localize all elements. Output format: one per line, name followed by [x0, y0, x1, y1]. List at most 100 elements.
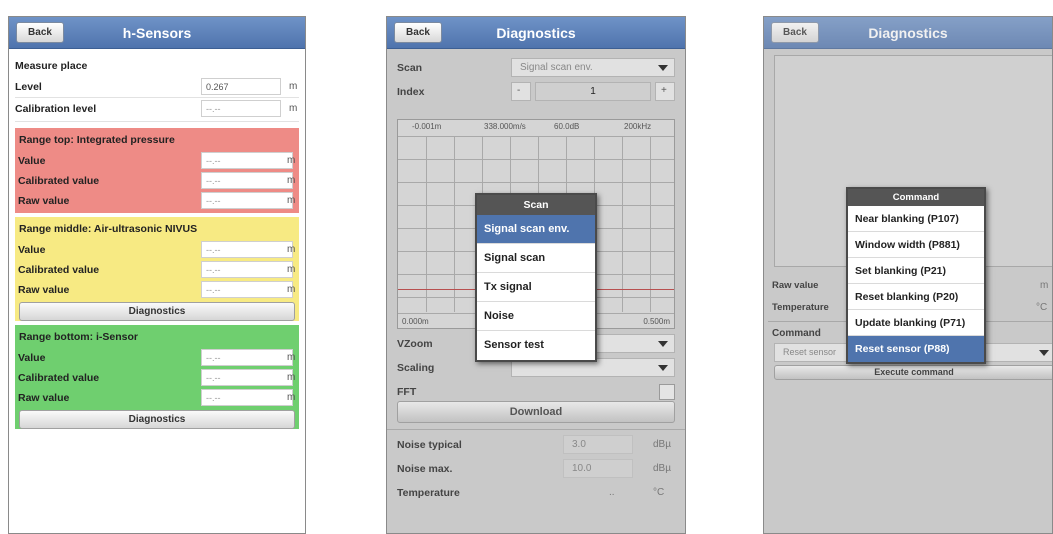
noise-max-unit: dBµ [653, 463, 671, 474]
command-option-set-blanking[interactable]: Set blanking (P21) [848, 258, 984, 284]
command-option-reset-blanking[interactable]: Reset blanking (P20) [848, 284, 984, 310]
level-field[interactable]: 0.267 [201, 78, 281, 95]
grid-line [398, 182, 674, 183]
range-value-row: Value --.-- m [15, 239, 299, 259]
chevron-down-icon [1039, 350, 1049, 356]
section-padding [15, 210, 299, 213]
range-value-unit: m [287, 372, 296, 383]
header-bar: Back Diagnostics [387, 17, 685, 49]
range-value-unit: m [287, 352, 296, 363]
range-value-row: Calibrated value --.-- m [15, 170, 299, 190]
chart-frequency-label: 200kHz [624, 122, 652, 131]
range-value-label: Value [18, 352, 46, 364]
download-button[interactable]: Download [397, 401, 675, 423]
range-value-row: Calibrated value --.-- m [15, 259, 299, 279]
scan-row: Scan Signal scan env. [387, 57, 685, 79]
diagnostics-scan-screen: Back Diagnostics Scan Signal scan env. I… [386, 16, 686, 534]
range-value-field[interactable]: --.-- [201, 389, 293, 406]
range-value-field[interactable]: --.-- [201, 261, 293, 278]
range-value-unit: m [287, 264, 296, 275]
noise-max-row: Noise max. 10.0 dBµ [387, 458, 685, 480]
stats-panel: Noise typical 3.0 dBµ Noise max. 10.0 dB… [387, 429, 685, 504]
level-row: Level 0.267 m [9, 76, 305, 97]
calibration-level-row: Calibration level --.-- m [9, 98, 305, 119]
scan-select[interactable]: Signal scan env. [511, 58, 675, 77]
range-value-row: Value --.-- m [15, 347, 299, 367]
range-value-unit: m [287, 175, 296, 186]
chevron-down-icon [658, 65, 668, 71]
range-value-field[interactable]: --.-- [201, 172, 293, 189]
command-option-near-blanking[interactable]: Near blanking (P107) [848, 206, 984, 232]
page-title: h-Sensors [122, 25, 192, 41]
noise-typical-row: Noise typical 3.0 dBµ [387, 434, 685, 456]
diagnostics-button[interactable]: Diagnostics [19, 302, 295, 321]
range-value-field[interactable]: --.-- [201, 349, 293, 366]
command-option-update-blanking[interactable]: Update blanking (P71) [848, 310, 984, 336]
scan-option-noise[interactable]: Noise [477, 302, 595, 331]
range-value-field[interactable]: --.-- [201, 241, 293, 258]
scan-option-sensor-test[interactable]: Sensor test [477, 331, 595, 360]
temperature-label: Temperature [397, 487, 460, 499]
range-section: Range top: Integrated pressure Value --.--… [15, 128, 299, 213]
scan-option-signal-scan[interactable]: Signal scan [477, 244, 595, 273]
range-value-field[interactable]: --.-- [201, 152, 293, 169]
level-label: Level [15, 81, 42, 93]
calibration-level-unit: m [289, 103, 298, 114]
range-sections: Range top: Integrated pressure Value --.--… [9, 128, 305, 429]
command-option-window-width[interactable]: Window width (P881) [848, 232, 984, 258]
noise-max-value: 10.0 [563, 459, 633, 478]
range-value-field[interactable]: --.-- [201, 192, 293, 209]
grid-line [454, 136, 455, 312]
page-title: Diagnostics [868, 25, 948, 41]
scaling-label: Scaling [397, 362, 435, 374]
range-value-label: Calibrated value [18, 175, 100, 187]
chart-range-label: -0.001m [412, 122, 442, 131]
diagnostics-button[interactable]: Diagnostics [19, 410, 295, 429]
scan-option-tx-signal[interactable]: Tx signal [477, 273, 595, 302]
range-value-unit: m [287, 244, 296, 255]
command-option-reset-sensor[interactable]: Reset sensor (P88) [848, 336, 984, 362]
range-value-field[interactable]: --.-- [201, 369, 293, 386]
range-value-label: Calibrated value [18, 264, 100, 276]
range-value-label: Raw value [18, 392, 70, 404]
scan-option-signal-scan-env[interactable]: Signal scan env. [477, 215, 595, 244]
grid-line [398, 136, 674, 137]
fft-label: FFT [397, 386, 417, 398]
range-value-unit: m [287, 284, 296, 295]
execute-command-button[interactable]: Execute command [774, 365, 1052, 380]
chart-x-max-label: 0.500m [643, 317, 670, 326]
index-increment-button[interactable]: + [655, 82, 675, 101]
divider [15, 121, 299, 122]
fft-checkbox[interactable] [659, 384, 675, 400]
calibration-level-field[interactable]: --.-- [201, 100, 281, 117]
grid-line [398, 159, 674, 160]
index-label: Index [397, 86, 425, 98]
fft-row: FFT [387, 381, 685, 403]
range-section-title: Range middle: Air-ultrasonic NIVUS [19, 223, 198, 235]
range-section-title: Range top: Integrated pressure [19, 134, 175, 146]
chevron-down-icon [658, 365, 668, 371]
grid-line [426, 136, 427, 312]
range-section: Range middle: Air-ultrasonic NIVUS Value -… [15, 217, 299, 321]
scan-select-value: Signal scan env. [520, 62, 593, 73]
range-value-unit: m [287, 195, 296, 206]
range-value-unit: m [287, 392, 296, 403]
temperature-value: .. [609, 487, 615, 498]
command-select-value: Reset sensor [783, 347, 837, 357]
chart-gain-label: 60.0dB [554, 122, 580, 131]
level-unit: m [289, 81, 298, 92]
range-value-label: Raw value [18, 195, 70, 207]
temperature-row: Temperature .. °C [387, 482, 685, 504]
scan-label: Scan [397, 62, 423, 74]
index-decrement-button[interactable]: - [511, 82, 531, 101]
header-bar: Back Diagnostics [764, 17, 1052, 49]
range-section-title: Range bottom: i-Sensor [19, 331, 139, 343]
range-value-field[interactable]: --.-- [201, 281, 293, 298]
grid-line [622, 136, 623, 312]
page-title: Diagnostics [496, 25, 576, 41]
range-value-row: Raw value --.-- m [15, 190, 299, 210]
command-label: Command [772, 328, 821, 339]
range-value-label: Value [18, 155, 46, 167]
calibration-level-label: Calibration level [15, 103, 97, 115]
index-field[interactable]: 1 [535, 82, 651, 101]
